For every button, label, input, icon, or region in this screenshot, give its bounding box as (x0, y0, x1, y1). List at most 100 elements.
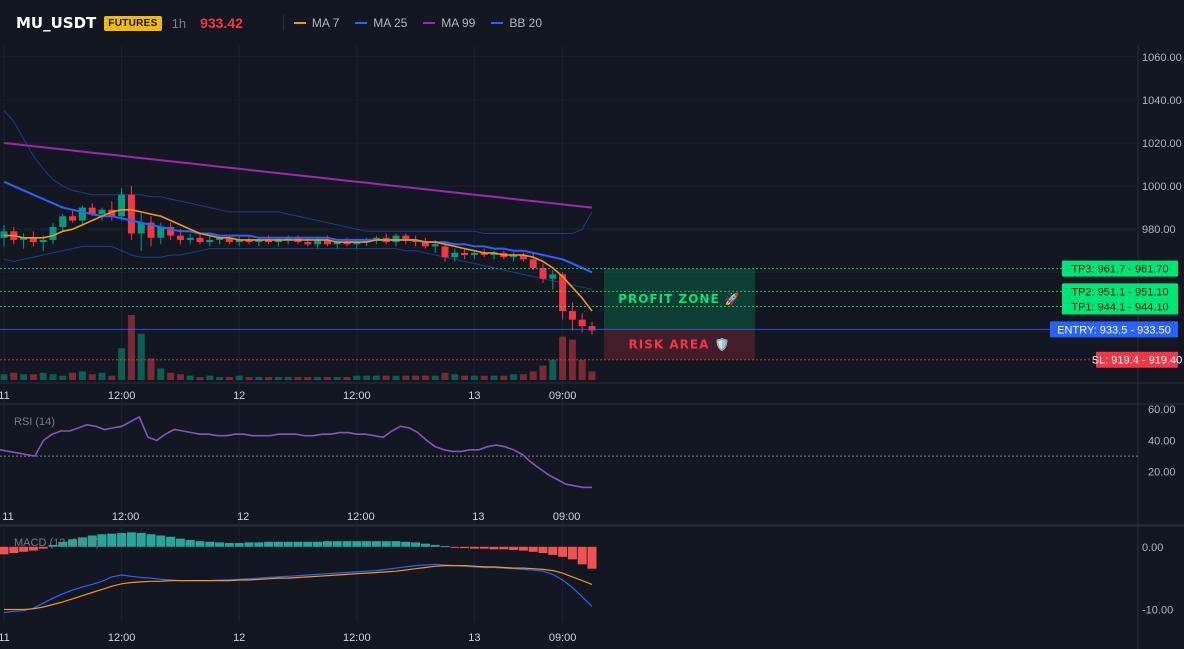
candle-body (137, 222, 145, 234)
macd-histogram-bar (146, 534, 156, 547)
macd-title: MACD (12, 26, 9) (14, 537, 100, 549)
candle-body (118, 194, 126, 217)
candle-body (98, 209, 106, 215)
volume-bar (98, 372, 106, 380)
time-axis-tick: 12:00 (343, 632, 371, 644)
candle-body (470, 252, 478, 256)
price-axis-tick: 1040.00 (1142, 95, 1182, 107)
volume-bar (314, 377, 322, 380)
time-axis-tick: 12:00 (347, 511, 375, 523)
macd-histogram-bar (303, 541, 313, 547)
trading-chart[interactable]: 960.00980.001000.001020.001040.001060.00… (0, 0, 1184, 649)
risk-zone-label: RISK AREA 🛡️ (629, 338, 731, 352)
macd-histogram-bar (577, 546, 587, 565)
level-label-tp2: TP2: 951.1 - 951.10 (1071, 286, 1168, 298)
volume-bar (0, 374, 8, 380)
rsi-axis-tick: 40.00 (1148, 435, 1176, 447)
macd-histogram-bar (332, 541, 342, 547)
volume-bar (127, 315, 135, 380)
macd-histogram-bar (215, 542, 225, 547)
volume-bar (412, 375, 420, 380)
candle-body (186, 237, 194, 240)
volume-bar (186, 375, 194, 380)
time-axis-tick: 12:00 (112, 511, 140, 523)
profit-zone-label: PROFIT ZONE 🚀 (618, 292, 741, 306)
macd-histogram-bar (175, 538, 185, 547)
volume-bar (206, 375, 214, 380)
time-axis-tick: 13 (468, 632, 480, 644)
macd-histogram-bar (450, 546, 460, 548)
macd-axis-tick: -10.00 (1142, 604, 1173, 616)
volume-bar (392, 375, 400, 380)
macd-histogram-bar (391, 541, 401, 547)
macd-histogram-bar (352, 541, 362, 547)
level-label-tp3: TP3: 961.7 - 961.70 (1071, 264, 1168, 276)
macd-histogram-bar (469, 546, 479, 549)
time-axis-tick: 13 (468, 390, 480, 402)
volume-bar (49, 374, 57, 380)
candle-body (304, 242, 312, 245)
volume-bar (157, 368, 165, 380)
volume-bar (333, 377, 341, 380)
candle-body (127, 194, 135, 234)
time-axis-tick: 12 (237, 511, 249, 523)
macd-histogram-bar (224, 543, 234, 547)
price-axis-tick: 1020.00 (1142, 138, 1182, 150)
candle-body (392, 235, 400, 243)
macd-histogram-bar (567, 546, 577, 560)
macd-histogram-bar (342, 541, 352, 547)
macd-histogram-bar (401, 541, 411, 547)
macd-histogram-bar (166, 536, 176, 547)
volume-bar (10, 372, 18, 380)
macd-histogram-bar (371, 541, 381, 547)
volume-bar (490, 375, 498, 380)
candle-body (461, 252, 469, 256)
volume-bar (235, 375, 243, 380)
candle-body (539, 267, 547, 279)
macd-histogram-bar (126, 532, 136, 547)
price-axis-tick: 1000.00 (1142, 181, 1182, 193)
candle-body (69, 216, 77, 221)
volume-bar (353, 375, 361, 380)
candle-body (49, 227, 57, 240)
candle-body (451, 252, 459, 258)
rsi-line (0, 415, 592, 489)
volume-bar (196, 377, 204, 380)
volume-bar (118, 348, 126, 380)
macd-histogram-bar (460, 546, 470, 549)
volume-bar (559, 336, 567, 380)
volume-bar (441, 372, 449, 380)
candle-body (59, 216, 67, 228)
rsi-title: RSI (14) (14, 416, 55, 428)
macd-histogram-bar (587, 546, 597, 569)
volume-bar (29, 374, 37, 380)
macd-line (3, 563, 593, 614)
time-axis-tick: 12:00 (108, 390, 136, 402)
level-label-tp1: TP1: 944.1 - 944.10 (1071, 302, 1168, 314)
candle-body (196, 237, 204, 243)
time-axis-tick: 12:00 (343, 390, 371, 402)
volume-bar (274, 377, 282, 380)
volume-bar (451, 374, 459, 380)
macd-histogram-bar (518, 546, 528, 551)
macd-histogram-bar (322, 541, 332, 547)
macd-histogram-bar (195, 541, 205, 547)
time-axis-tick: 09:00 (553, 511, 581, 523)
macd-histogram-bar (528, 546, 538, 552)
candle-body (0, 231, 8, 238)
volume-bar (470, 375, 478, 380)
volume-bar (255, 377, 263, 380)
candle-body (157, 227, 165, 238)
candle-body (78, 207, 86, 221)
volume-bar (167, 372, 175, 380)
macd-histogram-bar (420, 543, 430, 547)
price-axis-tick: 980.00 (1142, 224, 1176, 236)
volume-bar (519, 374, 527, 380)
volume-bar (480, 375, 488, 380)
macd-histogram-bar (136, 533, 146, 547)
macd-axis-tick: 0.00 (1142, 542, 1163, 554)
macd-histogram-bar (156, 535, 166, 547)
time-axis-tick: 12:00 (108, 632, 136, 644)
volume-bar (108, 375, 116, 380)
macd-histogram-bar (185, 539, 195, 547)
